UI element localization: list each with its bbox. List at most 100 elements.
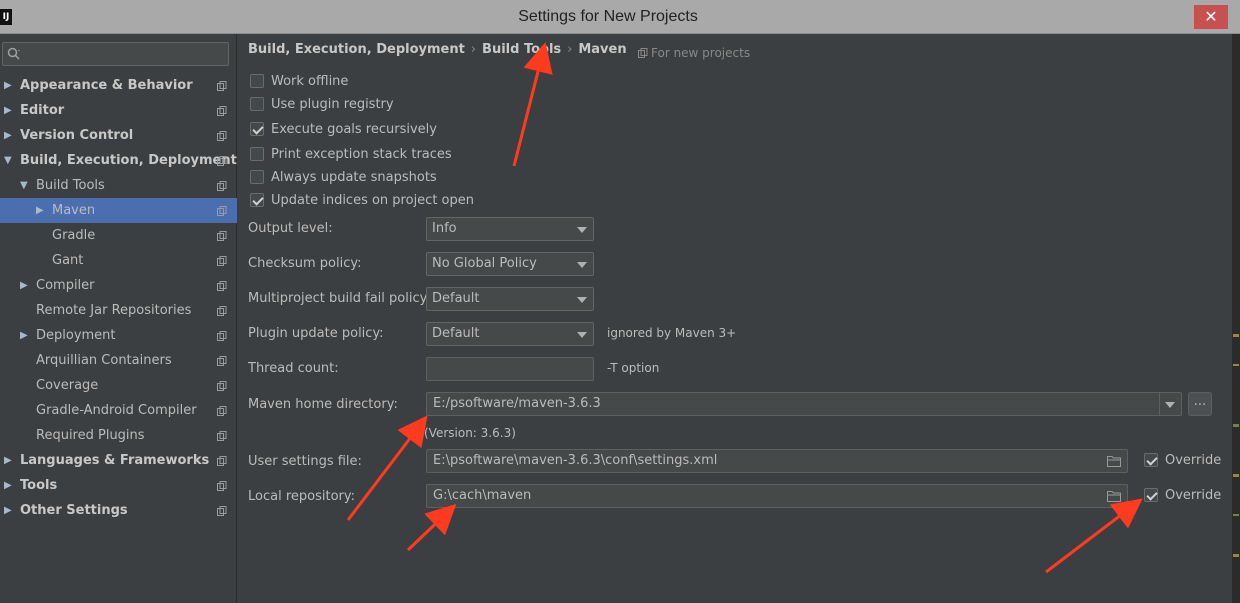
- copy-icon: [217, 406, 227, 416]
- dropdown-separator: [1159, 393, 1160, 415]
- sidebar-item-label: Coverage: [36, 378, 99, 393]
- sidebar-item-compiler[interactable]: ▶ Compiler: [0, 273, 237, 298]
- sidebar-item-appearance-behavior[interactable]: ▶ Appearance & Behavior: [0, 73, 237, 98]
- user-settings-override-checkbox[interactable]: [1144, 453, 1158, 467]
- copy-icon: [217, 81, 227, 91]
- chevron-down-icon: [1165, 402, 1175, 408]
- checksum-policy-label: Checksum policy:: [248, 256, 362, 271]
- chevron-down-icon: [577, 262, 587, 268]
- copy-icon: [217, 456, 227, 466]
- collapsed-arrow-icon[interactable]: ▶: [4, 473, 14, 498]
- checkbox-label: Update indices on project open: [271, 193, 474, 208]
- checkbox[interactable]: [250, 170, 264, 184]
- copy-icon: [217, 131, 227, 141]
- chevron-down-icon: [577, 227, 587, 233]
- maven-settings-panel: Build, Execution, Deployment › Build Tools…: [238, 34, 1232, 603]
- sidebar-item-version-control[interactable]: ▶ Version Control: [0, 123, 237, 148]
- maven-version-text: (Version: 3.6.3): [424, 426, 516, 440]
- copy-icon: [217, 156, 227, 166]
- sidebar-item-label: Maven: [52, 203, 96, 218]
- copy-icon: [217, 206, 227, 216]
- folder-icon[interactable]: [1107, 455, 1121, 467]
- checkbox-label: Work offline: [271, 74, 349, 89]
- collapsed-arrow-icon[interactable]: ▶: [4, 98, 14, 123]
- checkbox[interactable]: [250, 97, 264, 111]
- browse-maven-home-button[interactable]: ...: [1188, 392, 1212, 416]
- breadcrumb-separator: ›: [470, 42, 477, 57]
- sidebar-item-coverage[interactable]: Coverage: [0, 373, 237, 398]
- sidebar-item-languages-frameworks[interactable]: ▶ Languages & Frameworks: [0, 448, 237, 473]
- copy-icon: [217, 106, 227, 116]
- sidebar-item-gant[interactable]: Gant: [0, 248, 237, 273]
- user-settings-label: User settings file:: [248, 454, 362, 469]
- sidebar-item-required-plugins[interactable]: Required Plugins: [0, 423, 237, 448]
- checksum-policy-select[interactable]: No Global Policy: [426, 252, 594, 276]
- fail-policy-select[interactable]: Default: [426, 287, 594, 311]
- fail-policy-label: Multiproject build fail policy:: [248, 291, 431, 306]
- copy-icon: [217, 356, 227, 366]
- user-settings-override-label: Override: [1165, 453, 1222, 468]
- settings-search-input[interactable]: [2, 42, 229, 66]
- sidebar-item-tools[interactable]: ▶ Tools: [0, 473, 237, 498]
- sidebar-item-label: Gradle: [52, 228, 96, 243]
- copy-icon: [217, 281, 227, 291]
- close-button[interactable]: ✕: [1194, 5, 1228, 29]
- collapsed-arrow-icon[interactable]: ▶: [36, 198, 46, 223]
- collapsed-arrow-icon[interactable]: ▶: [4, 498, 14, 523]
- maven-home-value: E:/psoftware/maven-3.6.3: [433, 396, 601, 411]
- sidebar-item-build-tools[interactable]: ▼ Build Tools: [0, 173, 237, 198]
- sidebar-item-label: Required Plugins: [36, 428, 145, 443]
- folder-icon[interactable]: [1107, 490, 1121, 502]
- sidebar-item-label: Deployment: [36, 328, 116, 343]
- sidebar-item-label: Arquillian Containers: [36, 353, 172, 368]
- breadcrumb-item: Build Tools: [482, 42, 562, 57]
- sidebar-item-label: Other Settings: [20, 503, 128, 518]
- checkbox[interactable]: [250, 193, 264, 207]
- checkbox[interactable]: [250, 74, 264, 88]
- thread-count-input[interactable]: [426, 357, 594, 381]
- collapsed-arrow-icon[interactable]: ▶: [4, 73, 14, 98]
- maven-home-select[interactable]: E:/psoftware/maven-3.6.3: [426, 392, 1182, 416]
- sidebar-item-remote-jar-repositories[interactable]: Remote Jar Repositories: [0, 298, 237, 323]
- copy-icon: [217, 256, 227, 266]
- sidebar-item-gradle[interactable]: Gradle: [0, 223, 237, 248]
- window-title: Settings for New Projects: [518, 8, 698, 25]
- collapsed-arrow-icon[interactable]: ▶: [4, 123, 14, 148]
- search-icon: [7, 47, 20, 60]
- breadcrumb-item: Maven: [578, 42, 627, 57]
- output-level-select[interactable]: Info: [426, 217, 594, 241]
- collapsed-arrow-icon[interactable]: ▶: [20, 323, 30, 348]
- sidebar-item-label: Appearance & Behavior: [20, 78, 193, 93]
- user-settings-input[interactable]: E:\psoftware\maven-3.6.3\conf\settings.x…: [426, 449, 1128, 473]
- copy-icon: [217, 481, 227, 491]
- sidebar-item-label: Languages & Frameworks: [20, 453, 210, 468]
- sidebar-item-maven[interactable]: ▶ Maven: [0, 198, 237, 223]
- copy-icon: [217, 431, 227, 441]
- checkbox-label: Print exception stack traces: [271, 147, 452, 162]
- copy-icon: [217, 181, 227, 191]
- local-repository-label: Local repository:: [248, 489, 355, 504]
- sidebar-item-gradle-android-compiler[interactable]: Gradle-Android Compiler: [0, 398, 237, 423]
- plugin-update-policy-hint: ignored by Maven 3+: [607, 326, 737, 340]
- sidebar-item-build-execution-deployment[interactable]: ▼ Build, Execution, Deployment: [0, 148, 237, 173]
- chevron-down-icon: [577, 297, 587, 303]
- plugin-update-policy-select[interactable]: Default: [426, 322, 594, 346]
- copy-icon: [217, 506, 227, 516]
- sidebar-item-deployment[interactable]: ▶ Deployment: [0, 323, 237, 348]
- expanded-arrow-icon[interactable]: ▼: [4, 148, 14, 173]
- expanded-arrow-icon[interactable]: ▼: [20, 173, 30, 198]
- collapsed-arrow-icon[interactable]: ▶: [20, 273, 30, 298]
- checkbox[interactable]: [250, 122, 264, 136]
- sidebar-item-editor[interactable]: ▶ Editor: [0, 98, 237, 123]
- collapsed-arrow-icon[interactable]: ▶: [4, 448, 14, 473]
- breadcrumb: Build, Execution, Deployment › Build Tools…: [248, 42, 627, 57]
- thread-count-label: Thread count:: [248, 361, 339, 376]
- scope-note-text: For new projects: [651, 46, 751, 60]
- checkbox-label: Use plugin registry: [271, 97, 394, 112]
- copy-icon: [217, 231, 227, 241]
- local-repository-override-checkbox[interactable]: [1144, 488, 1158, 502]
- checkbox[interactable]: [250, 147, 264, 161]
- sidebar-item-other-settings[interactable]: ▶ Other Settings: [0, 498, 237, 523]
- sidebar-item-arquillian-containers[interactable]: Arquillian Containers: [0, 348, 237, 373]
- local-repository-input[interactable]: G:\cach\maven: [426, 484, 1128, 508]
